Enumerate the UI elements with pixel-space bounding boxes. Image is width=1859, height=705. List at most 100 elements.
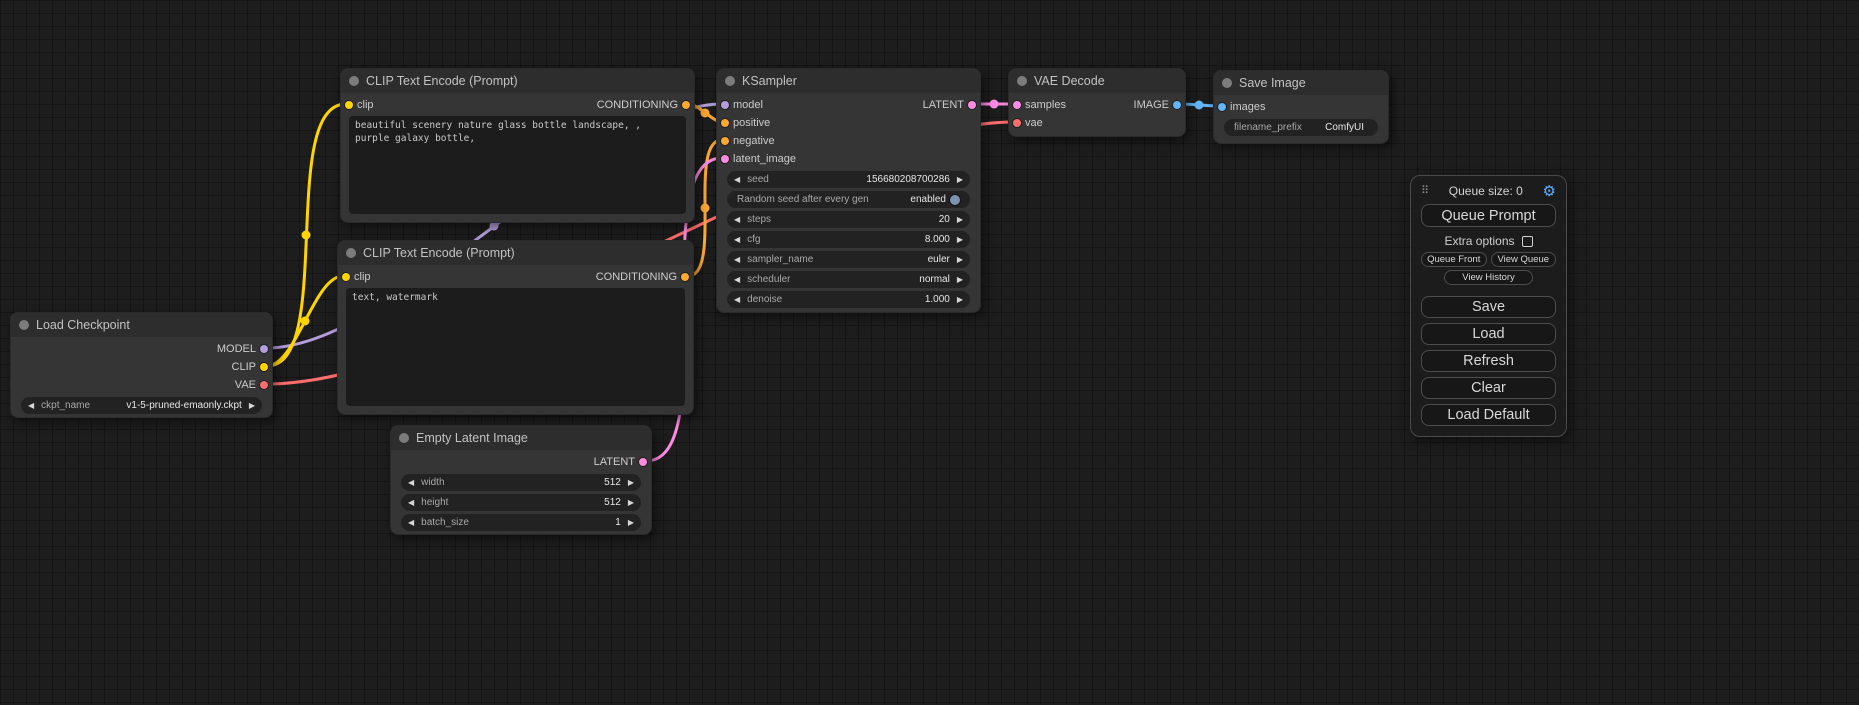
- graph-canvas[interactable]: Load Checkpoint MODEL CLIP VAE ◀ ckpt_na…: [0, 0, 1859, 705]
- input-label-clip: clip: [354, 268, 371, 286]
- prev-value-arrow-icon[interactable]: ◀: [408, 514, 414, 531]
- collapse-toggle-icon[interactable]: [19, 320, 29, 330]
- load-default-button[interactable]: Load Default: [1421, 404, 1556, 426]
- clear-button[interactable]: Clear: [1421, 377, 1556, 399]
- widget-value: 512: [604, 497, 621, 508]
- prompt-text-area[interactable]: beautiful scenery nature glass bottle la…: [349, 116, 686, 214]
- widget-random-seed-toggle[interactable]: Random seed after every gen enabled: [727, 191, 970, 208]
- input-port-clip[interactable]: [342, 273, 350, 281]
- widget-batch-size[interactable]: ◀ batch_size 1 ▶: [401, 514, 641, 531]
- collapse-toggle-icon[interactable]: [1017, 76, 1027, 86]
- queue-prompt-button[interactable]: Queue Prompt: [1421, 204, 1556, 227]
- node-ksampler[interactable]: KSampler model LATENT positive negative …: [716, 68, 981, 313]
- refresh-button[interactable]: Refresh: [1421, 350, 1556, 372]
- next-value-arrow-icon[interactable]: ▶: [957, 171, 963, 188]
- next-value-arrow-icon[interactable]: ▶: [957, 211, 963, 228]
- view-history-button[interactable]: View History: [1444, 270, 1533, 285]
- queue-front-button[interactable]: Queue Front: [1421, 252, 1487, 267]
- widget-denoise[interactable]: ◀ denoise 1.000 ▶: [727, 291, 970, 308]
- input-port-images[interactable]: [1218, 103, 1226, 111]
- next-value-arrow-icon[interactable]: ▶: [957, 291, 963, 308]
- node-header[interactable]: VAE Decode: [1009, 69, 1185, 93]
- output-port-image[interactable]: [1173, 101, 1181, 109]
- extra-options-checkbox[interactable]: [1522, 236, 1533, 247]
- widget-sampler-name[interactable]: ◀ sampler_name euler ▶: [727, 251, 970, 268]
- node-header[interactable]: KSampler: [717, 69, 980, 93]
- drag-handle-icon[interactable]: ⠿: [1421, 186, 1429, 197]
- input-port-positive[interactable]: [721, 119, 729, 127]
- output-port-clip[interactable]: [260, 363, 268, 371]
- output-port-model[interactable]: [260, 345, 268, 353]
- widget-name: height: [421, 497, 448, 508]
- collapse-toggle-icon[interactable]: [725, 76, 735, 86]
- widget-value: 8.000: [925, 234, 950, 245]
- widget-value: 1.000: [925, 294, 950, 305]
- widget-seed[interactable]: ◀ seed 156680208700286 ▶: [727, 171, 970, 188]
- prev-value-arrow-icon[interactable]: ◀: [734, 211, 740, 228]
- next-value-arrow-icon[interactable]: ▶: [957, 231, 963, 248]
- collapse-toggle-icon[interactable]: [349, 76, 359, 86]
- output-port-vae[interactable]: [260, 381, 268, 389]
- node-clip-text-encode-negative[interactable]: CLIP Text Encode (Prompt) clip CONDITION…: [337, 240, 694, 415]
- prev-value-arrow-icon[interactable]: ◀: [734, 231, 740, 248]
- load-button[interactable]: Load: [1421, 323, 1556, 345]
- node-header[interactable]: Save Image: [1214, 71, 1388, 95]
- node-title: KSampler: [742, 74, 797, 88]
- next-value-arrow-icon[interactable]: ▶: [628, 494, 634, 511]
- widget-filename-prefix[interactable]: filename_prefix ComfyUI: [1224, 119, 1378, 136]
- node-vae-decode[interactable]: VAE Decode samples IMAGE vae: [1008, 68, 1186, 137]
- settings-gear-icon[interactable]: ⚙: [1543, 184, 1556, 199]
- widget-scheduler[interactable]: ◀ scheduler normal ▶: [727, 271, 970, 288]
- node-clip-text-encode-positive[interactable]: CLIP Text Encode (Prompt) clip CONDITION…: [340, 68, 695, 223]
- widget-width[interactable]: ◀ width 512 ▶: [401, 474, 641, 491]
- prev-value-arrow-icon[interactable]: ◀: [734, 251, 740, 268]
- input-port-samples[interactable]: [1013, 101, 1021, 109]
- widget-value: 1: [615, 517, 621, 528]
- input-port-model[interactable]: [721, 101, 729, 109]
- slot-row: LATENT: [391, 453, 651, 471]
- collapse-toggle-icon[interactable]: [399, 433, 409, 443]
- prev-value-arrow-icon[interactable]: ◀: [734, 291, 740, 308]
- output-label-vae: VAE: [235, 376, 256, 394]
- view-queue-button[interactable]: View Queue: [1491, 252, 1557, 267]
- output-port-conditioning[interactable]: [681, 273, 689, 281]
- prev-value-arrow-icon[interactable]: ◀: [408, 474, 414, 491]
- node-empty-latent-image[interactable]: Empty Latent Image LATENT ◀ width 512 ▶ …: [390, 425, 652, 535]
- widget-ckpt-name[interactable]: ◀ ckpt_name v1-5-pruned-emaonly.ckpt ▶: [21, 397, 262, 414]
- input-port-latent-image[interactable]: [721, 155, 729, 163]
- next-value-arrow-icon[interactable]: ▶: [957, 251, 963, 268]
- node-header[interactable]: Empty Latent Image: [391, 426, 651, 450]
- widget-height[interactable]: ◀ height 512 ▶: [401, 494, 641, 511]
- prev-value-arrow-icon[interactable]: ◀: [408, 494, 414, 511]
- collapse-toggle-icon[interactable]: [1222, 78, 1232, 88]
- next-value-arrow-icon[interactable]: ▶: [628, 514, 634, 531]
- prev-value-arrow-icon[interactable]: ◀: [734, 271, 740, 288]
- save-button[interactable]: Save: [1421, 296, 1556, 318]
- output-port-latent[interactable]: [639, 458, 647, 466]
- node-header[interactable]: Load Checkpoint: [11, 313, 272, 337]
- input-port-negative[interactable]: [721, 137, 729, 145]
- prev-value-arrow-icon[interactable]: ◀: [734, 171, 740, 188]
- widget-name: ckpt_name: [41, 400, 90, 411]
- slot-row: negative: [717, 132, 980, 150]
- node-header[interactable]: CLIP Text Encode (Prompt): [341, 69, 694, 93]
- collapse-toggle-icon[interactable]: [346, 248, 356, 258]
- queue-actions-row: Queue Front View Queue: [1421, 252, 1556, 267]
- next-value-arrow-icon[interactable]: ▶: [249, 397, 255, 414]
- node-header[interactable]: CLIP Text Encode (Prompt): [338, 241, 693, 265]
- prompt-text-area[interactable]: text, watermark: [346, 288, 685, 406]
- toggle-knob-icon[interactable]: [950, 195, 960, 205]
- widget-cfg[interactable]: ◀ cfg 8.000 ▶: [727, 231, 970, 248]
- link-midpoint-dot: [701, 204, 710, 213]
- input-port-vae[interactable]: [1013, 119, 1021, 127]
- next-value-arrow-icon[interactable]: ▶: [957, 271, 963, 288]
- prev-value-arrow-icon[interactable]: ◀: [28, 397, 34, 414]
- input-port-clip[interactable]: [345, 101, 353, 109]
- output-port-latent[interactable]: [968, 101, 976, 109]
- slot-row: clip CONDITIONING: [338, 268, 693, 286]
- widget-steps[interactable]: ◀ steps 20 ▶: [727, 211, 970, 228]
- node-load-checkpoint[interactable]: Load Checkpoint MODEL CLIP VAE ◀ ckpt_na…: [10, 312, 273, 418]
- output-port-conditioning[interactable]: [682, 101, 690, 109]
- next-value-arrow-icon[interactable]: ▶: [628, 474, 634, 491]
- node-save-image[interactable]: Save Image images filename_prefix ComfyU…: [1213, 70, 1389, 144]
